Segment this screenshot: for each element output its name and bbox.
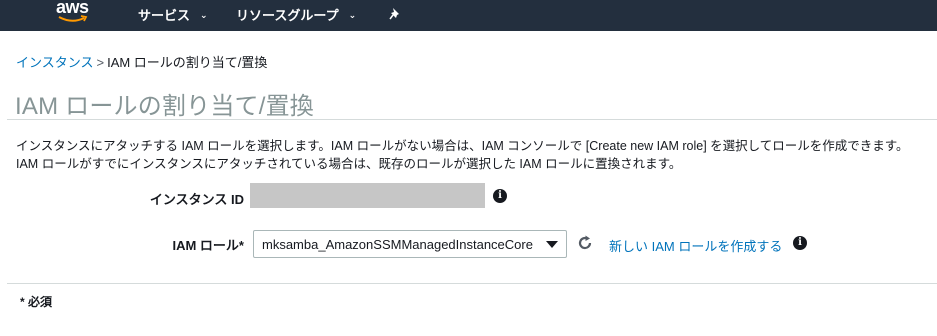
- resource-groups-menu-label: リソースグループ: [236, 8, 339, 23]
- breadcrumb-instances-link[interactable]: インスタンス: [16, 55, 93, 70]
- breadcrumb-current: IAM ロールの割り当て/置換: [107, 55, 268, 70]
- resource-groups-menu[interactable]: リソースグループ ⌄: [236, 5, 356, 24]
- chevron-down-icon: ⌄: [348, 10, 357, 20]
- instance-id-value: [250, 183, 485, 208]
- aws-logo[interactable]: aws: [56, 0, 96, 28]
- breadcrumb-separator: >: [96, 55, 105, 70]
- info-icon[interactable]: i: [493, 189, 507, 203]
- instance-id-label: インスタンス ID: [149, 192, 244, 207]
- create-iam-role-link[interactable]: 新しい IAM ロールを作成する: [609, 236, 782, 255]
- iam-role-select[interactable]: mksamba_AmazonSSMManagedInstanceCore: [253, 230, 567, 258]
- services-menu[interactable]: サービス ⌄: [138, 5, 208, 24]
- iam-role-selected-value: mksamba_AmazonSSMManagedInstanceCore: [262, 236, 533, 252]
- page-description: インスタンスにアタッチする IAM ロールを選択します。IAM ロールがない場合…: [16, 137, 931, 173]
- page-title: IAM ロールの割り当て/置換: [15, 93, 315, 120]
- info-icon[interactable]: i: [793, 236, 807, 250]
- footer-divider: [7, 283, 937, 284]
- iam-role-label: IAM ロール*: [172, 238, 244, 253]
- pin-icon[interactable]: [388, 7, 402, 21]
- title-divider: [7, 119, 937, 120]
- top-navigation-bar: aws サービス ⌄ リソースグループ ⌄: [0, 0, 937, 31]
- required-note: * 必須: [20, 295, 53, 309]
- breadcrumb: インスタンス > IAM ロールの割り当て/置換: [16, 52, 267, 71]
- services-menu-label: サービス: [138, 8, 191, 23]
- caret-down-icon: [546, 241, 558, 248]
- description-line-1: インスタンスにアタッチする IAM ロールを選択します。IAM ロールがない場合…: [16, 139, 909, 153]
- chevron-down-icon: ⌄: [200, 10, 208, 20]
- aws-smile-icon: [58, 15, 88, 22]
- refresh-icon[interactable]: [576, 234, 594, 252]
- description-line-2: IAM ロールがすでにインスタンスにアタッチされている場合は、既存のロールが選択…: [16, 157, 682, 171]
